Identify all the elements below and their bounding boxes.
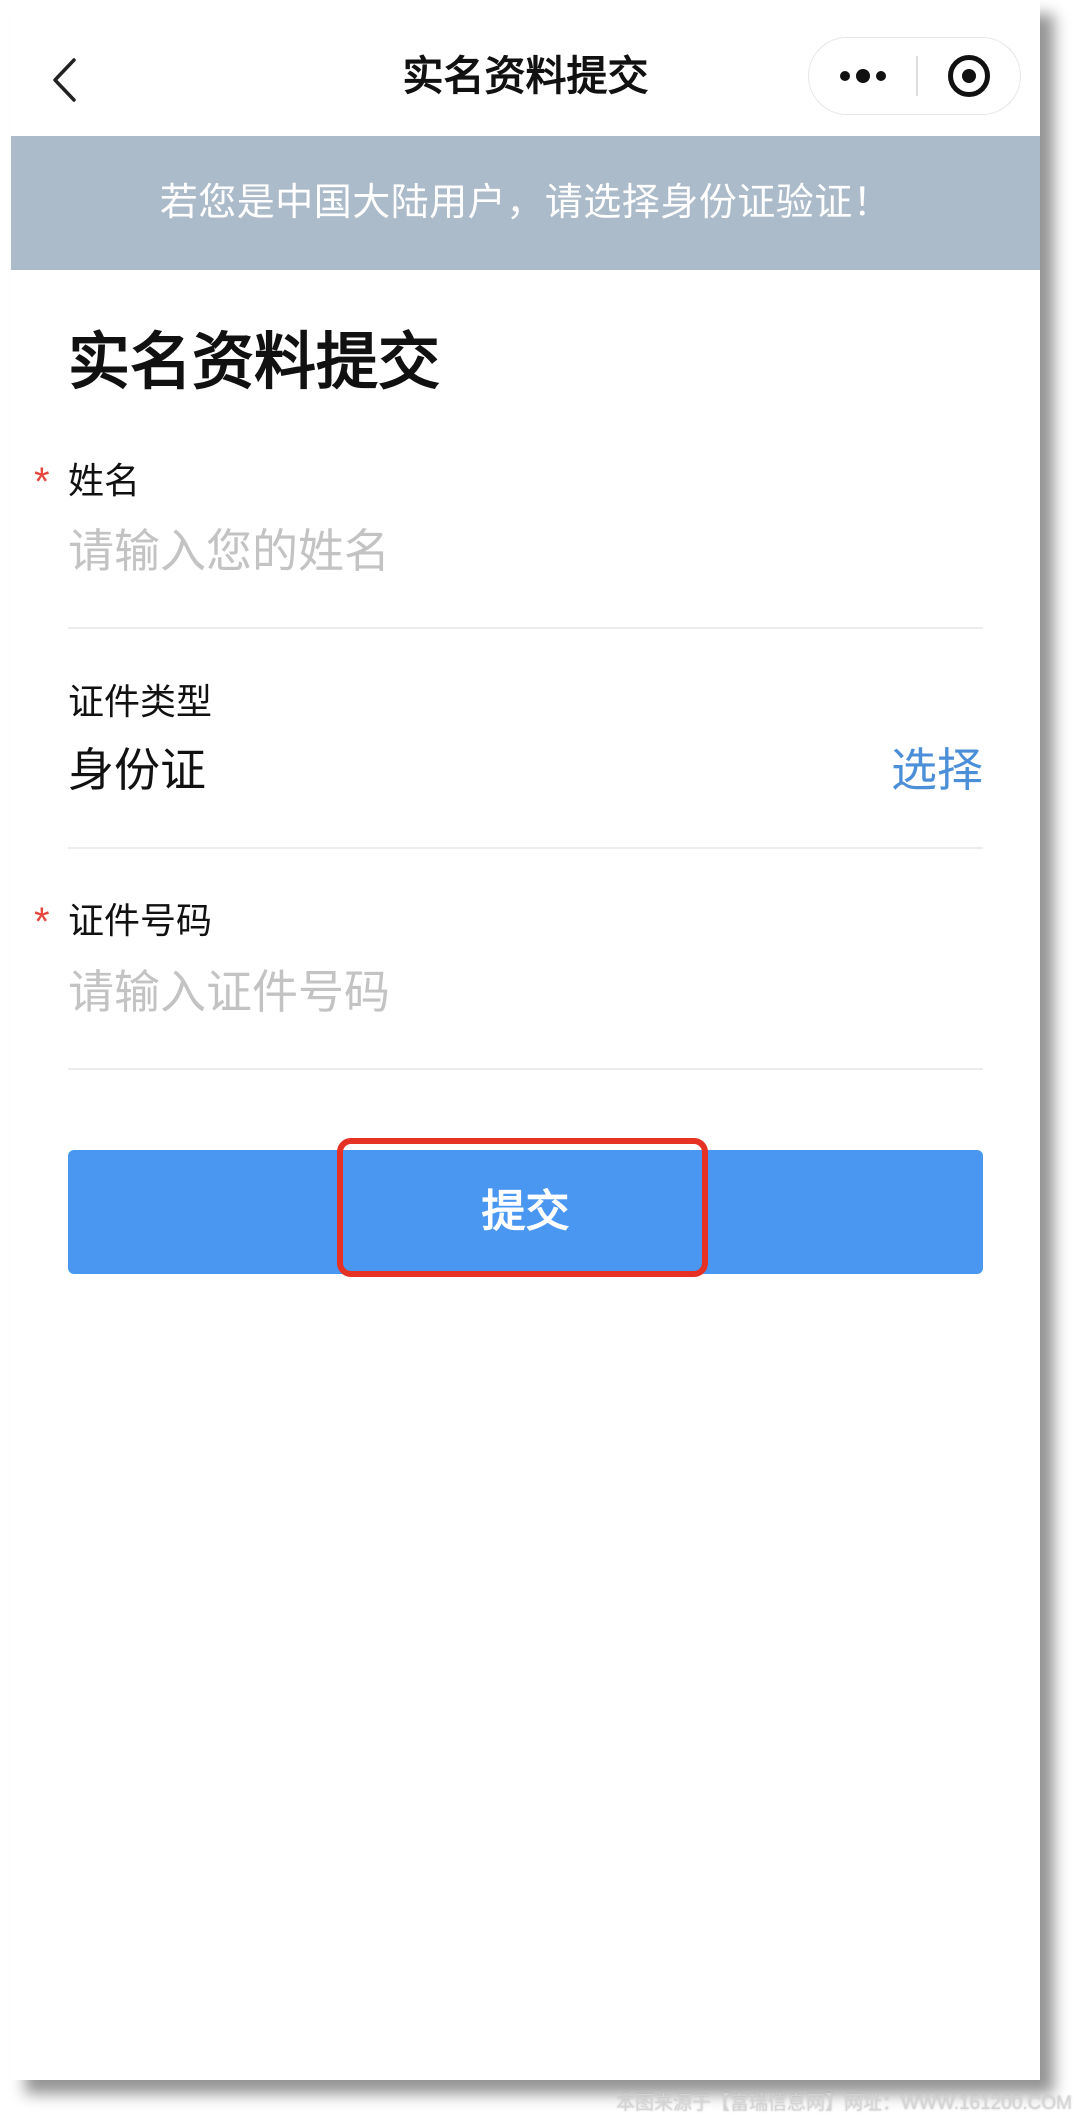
- id-type-value: 身份证: [68, 744, 206, 796]
- more-icon: [855, 69, 870, 83]
- more-icon: [875, 71, 886, 81]
- divider: [68, 1068, 983, 1070]
- id-number-label: 证件号码: [68, 900, 213, 941]
- name-input[interactable]: [68, 526, 983, 576]
- required-mark: *: [34, 900, 50, 944]
- target-icon: [948, 55, 990, 97]
- notice-banner: 若您是中国大陆用户，请选择身份证验证！: [11, 136, 1040, 270]
- more-icon: [839, 71, 850, 81]
- mini-program-capsule: [808, 37, 1021, 115]
- divider: [68, 847, 983, 849]
- name-label: 姓名: [68, 460, 141, 501]
- id-type-label: 证件类型: [68, 681, 213, 722]
- form-heading: 实名资料提交: [68, 328, 441, 397]
- close-mini-program-button[interactable]: [917, 38, 1021, 114]
- submit-button[interactable]: 提交: [68, 1150, 983, 1274]
- select-id-type-link[interactable]: 选择: [891, 745, 983, 795]
- watermark: 本图来源于【富瑞信息网】网址：WWW.161200.COM: [615, 2093, 1072, 2114]
- required-mark: *: [34, 460, 50, 504]
- phone-screen: 实名资料提交 若您是中国大陆用户，请选择身份证验证！ 实名资料提交 * 姓名 证…: [11, 0, 1040, 2080]
- id-number-input[interactable]: [68, 967, 983, 1017]
- divider: [68, 627, 983, 629]
- target-icon-dot: [962, 69, 976, 83]
- more-button[interactable]: [809, 38, 916, 114]
